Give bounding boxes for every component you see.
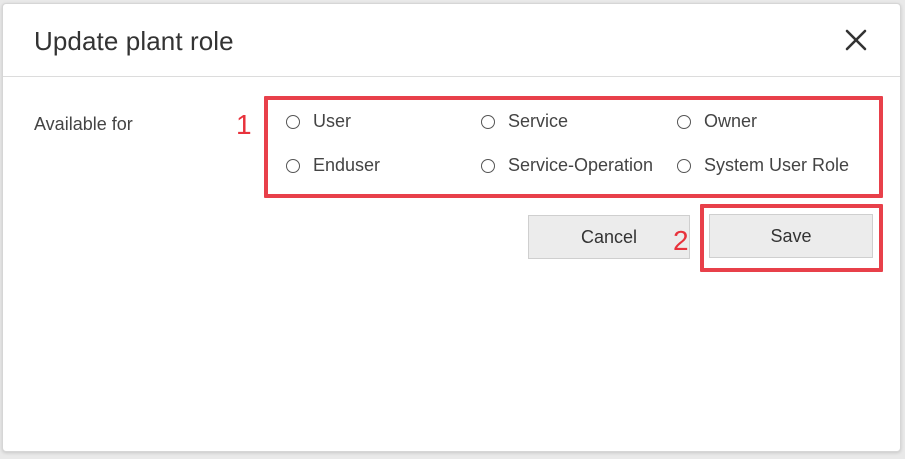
annotation-highlight-roles <box>264 96 883 198</box>
radio-system-user-role[interactable]: System User Role <box>677 155 849 176</box>
available-for-label: Available for <box>34 114 133 134</box>
radio-button-owner[interactable] <box>677 114 691 129</box>
radio-owner[interactable]: Owner <box>677 111 757 132</box>
update-plant-role-dialog: Update plant role Available for 1 User S… <box>2 3 901 452</box>
radio-button-system-user-role[interactable] <box>677 158 691 173</box>
radio-service[interactable]: Service <box>481 111 568 132</box>
dialog-title: Update plant role <box>34 26 234 56</box>
radio-label-owner: Owner <box>704 111 758 131</box>
close-button[interactable] <box>841 25 871 55</box>
dialog-header: Update plant role <box>3 4 900 77</box>
radio-button-service-operation[interactable] <box>481 158 495 173</box>
cancel-button[interactable]: Cancel <box>528 215 690 259</box>
radio-label-user: User <box>313 111 352 131</box>
annotation-number-1: 1 <box>236 109 252 140</box>
radio-button-enduser[interactable] <box>286 158 300 173</box>
radio-enduser[interactable]: Enduser <box>286 155 380 176</box>
save-button[interactable]: Save <box>709 214 873 258</box>
radio-label-system-user-role: System User Role <box>704 155 850 175</box>
radio-service-operation[interactable]: Service-Operation <box>481 155 653 176</box>
radio-button-service[interactable] <box>481 114 495 129</box>
radio-button-user[interactable] <box>286 114 300 129</box>
close-icon <box>845 29 867 51</box>
radio-label-service-operation: Service-Operation <box>508 155 654 175</box>
radio-label-service: Service <box>508 111 569 131</box>
radio-user[interactable]: User <box>286 111 351 132</box>
annotation-number-2: 2 <box>673 225 689 256</box>
radio-label-enduser: Enduser <box>313 155 381 175</box>
